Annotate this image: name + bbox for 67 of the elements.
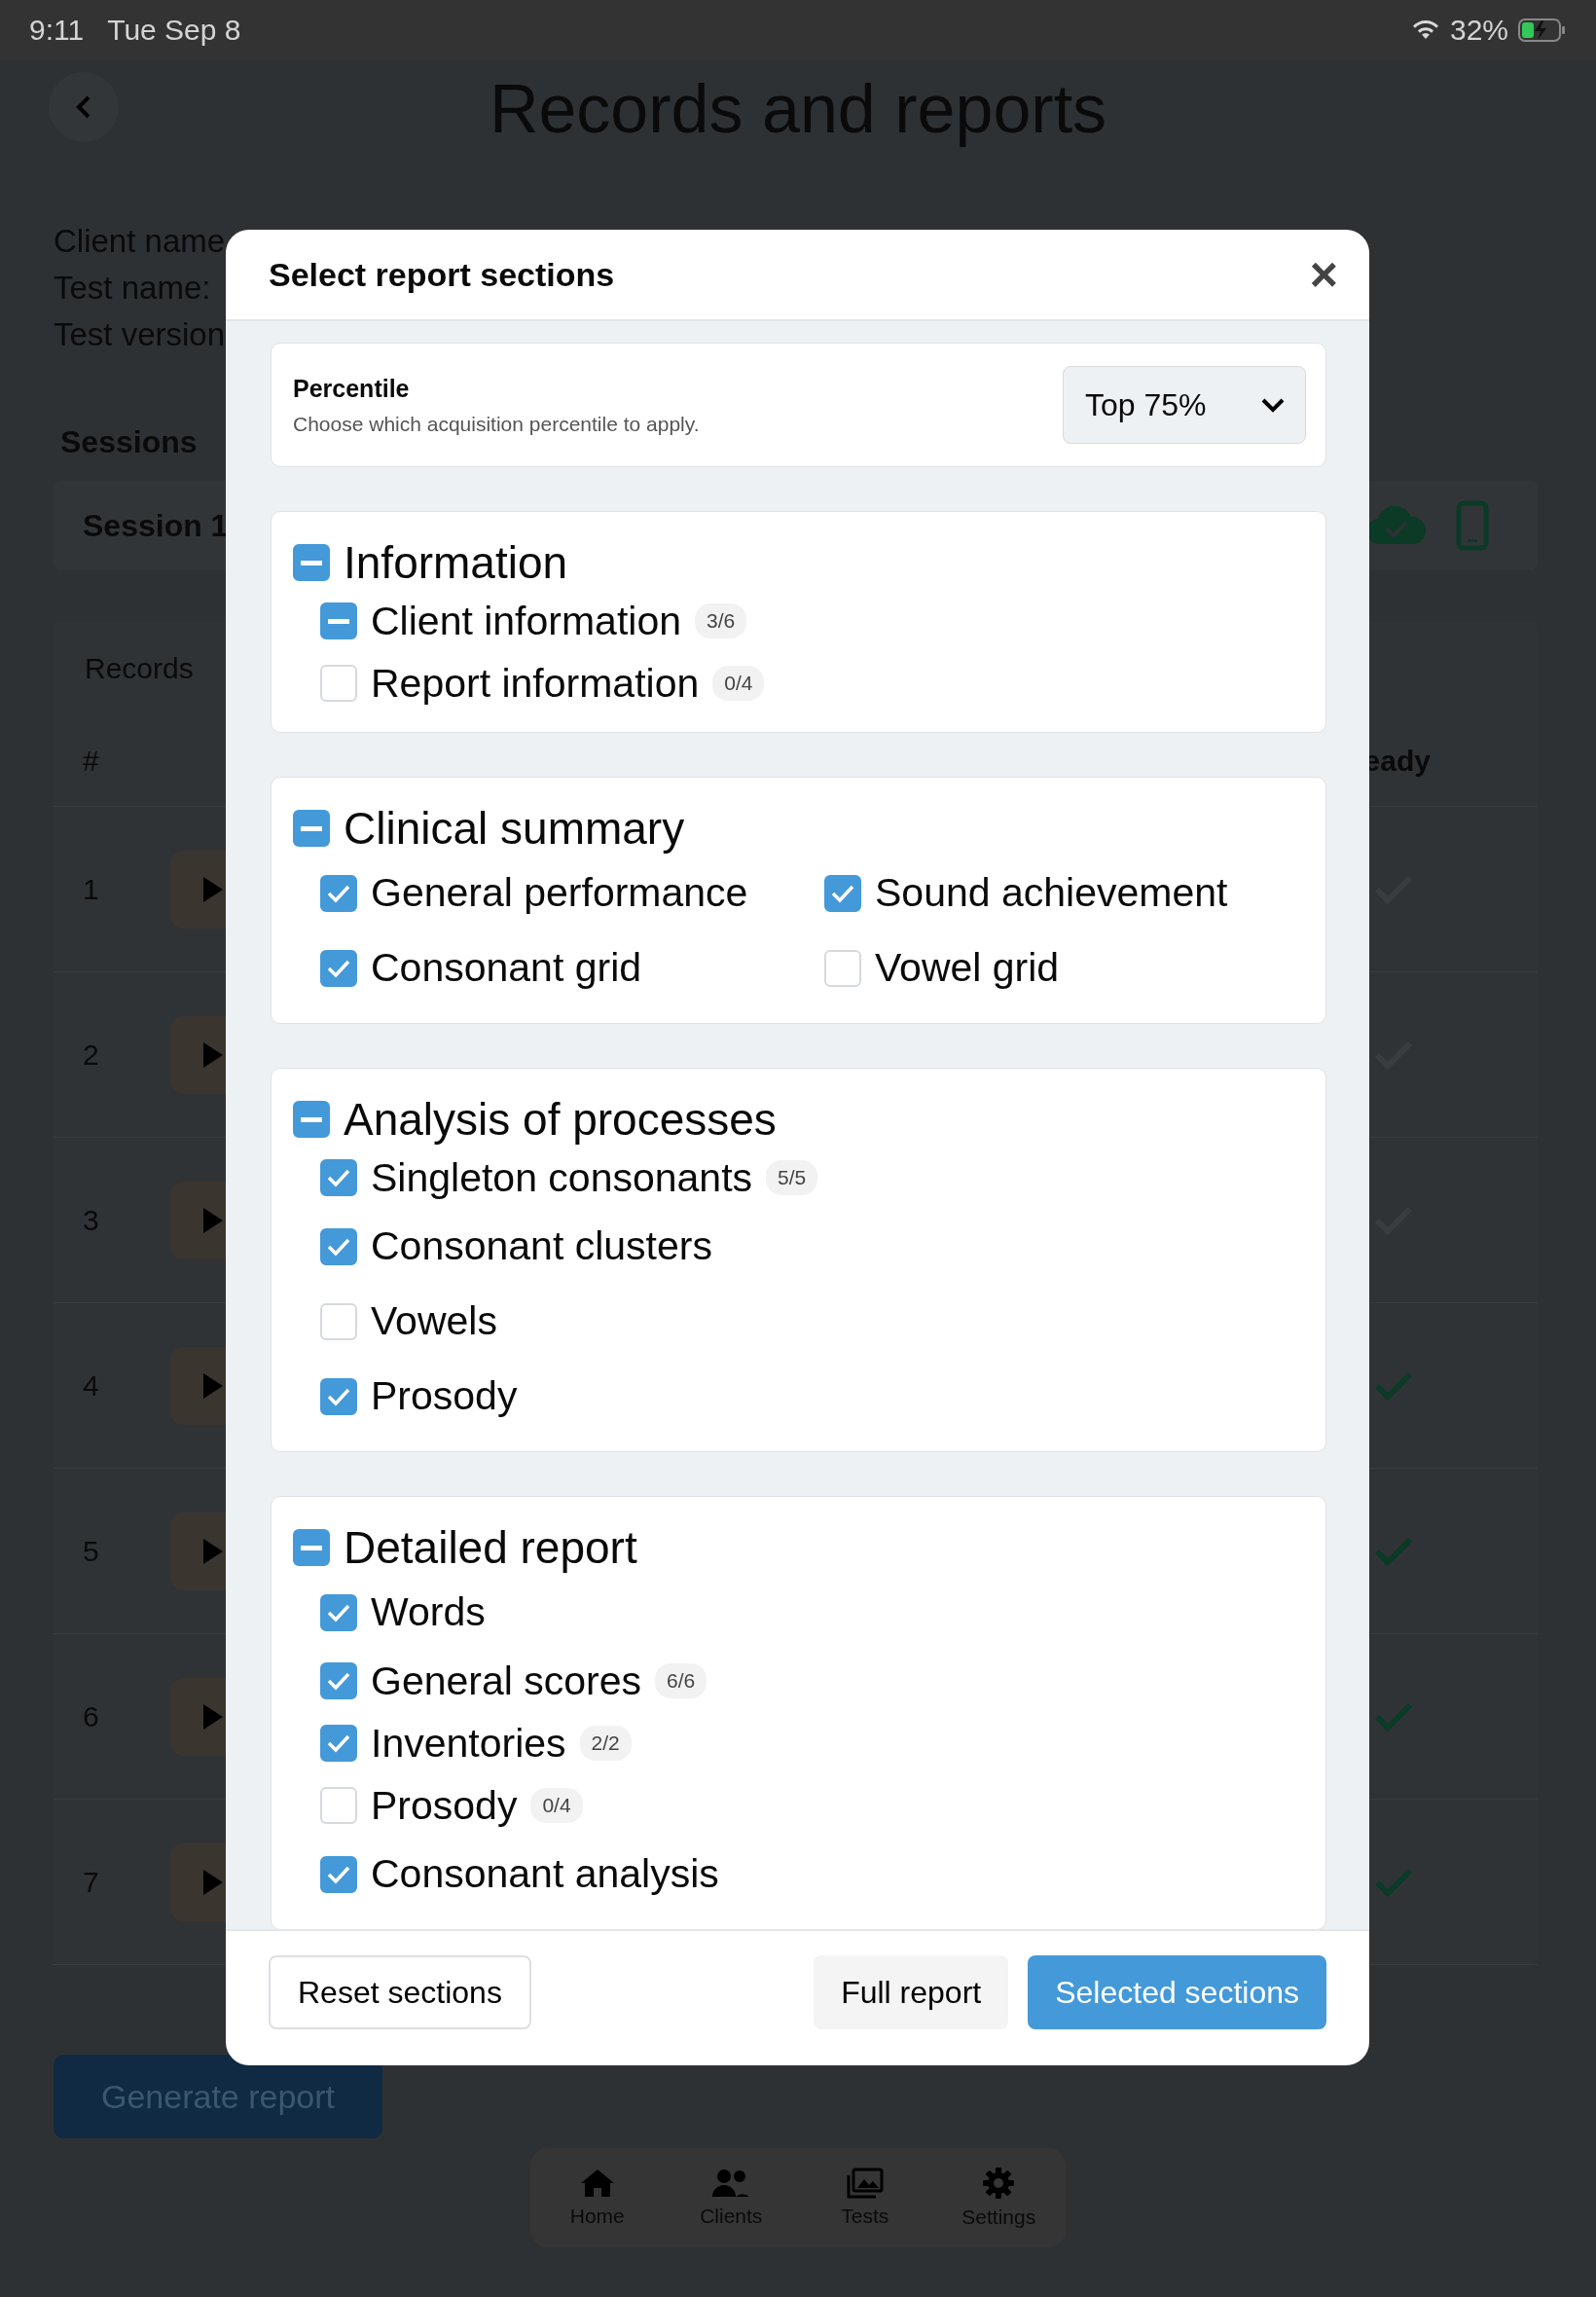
option-checkbox[interactable]	[320, 1377, 357, 1415]
dialog-title: Select report sections	[269, 255, 615, 294]
option-label: Inventories	[371, 1720, 566, 1767]
count-badge: 2/2	[579, 1726, 632, 1761]
option-label: General scores	[371, 1658, 641, 1704]
section-checkbox[interactable]	[293, 544, 330, 581]
battery-icon	[1518, 18, 1567, 43]
primary-button[interactable]: Selected sections	[1028, 1955, 1326, 2029]
section-checkbox[interactable]	[293, 1101, 330, 1138]
percentile-select[interactable]: Top 75%	[1063, 366, 1306, 444]
images-icon	[846, 2168, 884, 2199]
percentile-label: Percentile	[293, 374, 411, 403]
video-thumbnail[interactable]	[170, 1015, 229, 1094]
option-label: Singleton consonants	[371, 1154, 753, 1201]
option-checkbox[interactable]	[320, 1227, 357, 1265]
video-thumbnail[interactable]	[170, 1512, 229, 1590]
count-badge: 0/4	[712, 666, 765, 701]
option-label: Vowel grid	[875, 945, 1060, 991]
section-title: Detailed report	[344, 1521, 637, 1574]
video-thumbnail[interactable]	[170, 1677, 229, 1756]
option-checkbox[interactable]	[824, 874, 861, 912]
column-header: #	[83, 745, 99, 778]
count-badge: 3/6	[695, 603, 747, 638]
option-label: Report information	[371, 660, 700, 707]
option-checkbox[interactable]	[320, 1662, 357, 1699]
count-badge: 0/4	[530, 1788, 583, 1823]
count-badge: 6/6	[655, 1663, 707, 1698]
status-time: 9:11	[29, 14, 85, 47]
percentile-description: Choose which acquisition percentile to apply.	[293, 412, 700, 436]
section-title: Clinical summary	[344, 802, 685, 855]
wifi-icon	[1410, 19, 1440, 41]
option-checkbox[interactable]	[320, 602, 357, 639]
option-checkbox[interactable]	[320, 1159, 357, 1196]
settings-icon	[982, 2167, 1016, 2200]
video-thumbnail[interactable]	[170, 850, 229, 929]
secondary-button[interactable]: Reset sections	[269, 1955, 531, 2029]
option-checkbox[interactable]	[320, 874, 357, 912]
video-thumbnail[interactable]	[170, 1842, 229, 1921]
option-label: Sound achievement	[875, 870, 1228, 916]
status-date: Tue Sep 8	[107, 14, 241, 47]
video-thumbnail[interactable]	[170, 1346, 229, 1425]
option-label: Consonant clusters	[371, 1223, 712, 1269]
cloud-check-icon	[1366, 505, 1427, 546]
option-label: Consonant grid	[371, 945, 642, 991]
count-badge: 5/5	[766, 1160, 818, 1195]
option-label: Consonant analysis	[371, 1851, 719, 1897]
people-icon	[711, 2168, 751, 2199]
option-label: Words	[371, 1589, 486, 1635]
option-label: Client information	[371, 598, 682, 644]
section-checkbox[interactable]	[293, 810, 330, 847]
battery-percent: 32%	[1449, 14, 1508, 47]
option-label: General performance	[371, 870, 748, 916]
close-button[interactable]: ×	[1301, 250, 1346, 299]
option-label: Prosody	[371, 1782, 518, 1829]
chevron-down-icon	[1260, 397, 1286, 413]
option-checkbox[interactable]	[320, 1725, 357, 1762]
option-label: Vowels	[371, 1298, 497, 1344]
section-title: Analysis of processes	[344, 1093, 777, 1146]
section-checkbox[interactable]	[293, 1529, 330, 1566]
section-title: Information	[344, 536, 568, 589]
phone-icon	[1456, 500, 1489, 551]
video-thumbnail[interactable]	[170, 1181, 229, 1259]
option-checkbox[interactable]	[320, 1855, 357, 1893]
option-label: Prosody	[371, 1373, 518, 1419]
secondary-button[interactable]: Full report	[814, 1955, 1009, 2029]
option-checkbox[interactable]	[320, 949, 357, 987]
option-checkbox[interactable]	[320, 1593, 357, 1631]
